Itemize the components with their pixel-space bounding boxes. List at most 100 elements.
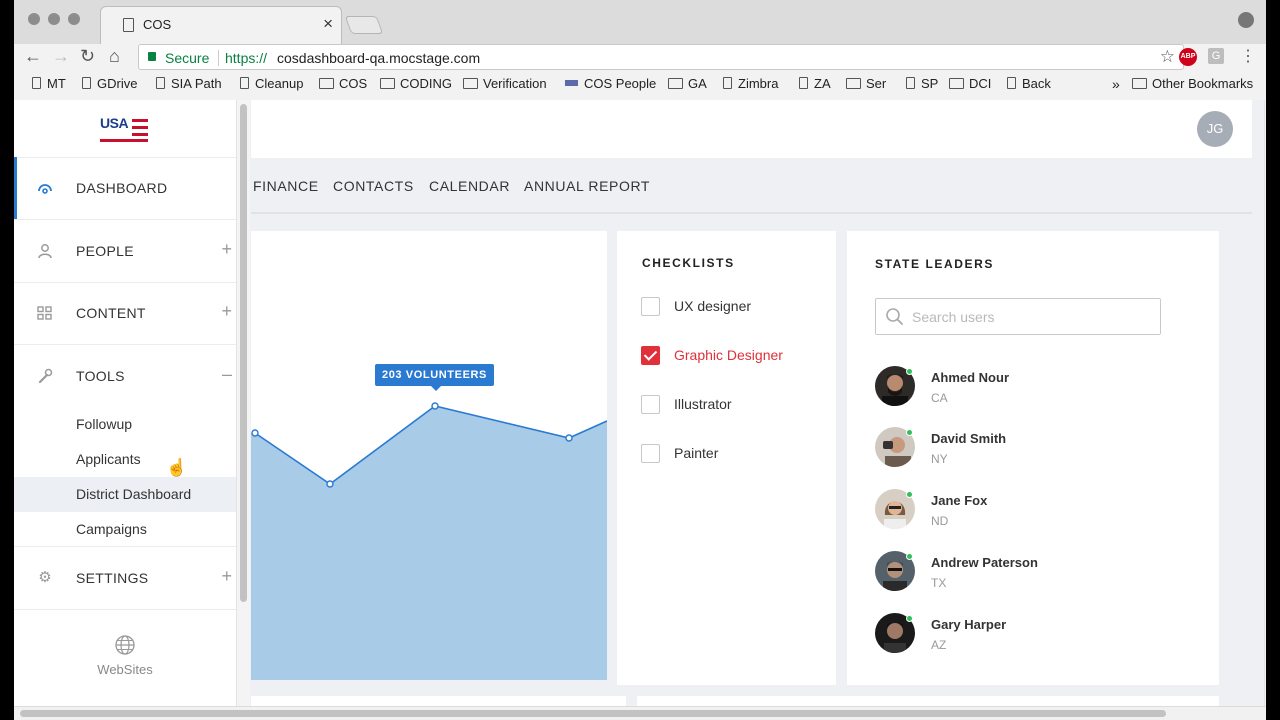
volunteers-chart-card: 203 VOLUNTEERS	[251, 231, 607, 680]
page-scrollbar[interactable]	[1264, 100, 1266, 708]
bookmark-label: MT	[47, 76, 66, 91]
checkbox-checked[interactable]	[641, 346, 660, 365]
sidebar-scrollbar-thumb[interactable]	[240, 104, 247, 602]
websites-link[interactable]: WebSites	[14, 634, 236, 677]
bookmarks-overflow-icon[interactable]: »	[1112, 76, 1120, 92]
search-users-input[interactable]	[912, 307, 1152, 327]
bookmark-star-icon[interactable]: ☆	[1160, 47, 1175, 67]
user-avatar[interactable]: JG	[1197, 111, 1233, 147]
file-icon	[1007, 77, 1016, 89]
bookmark-item[interactable]: GDrive	[82, 76, 137, 91]
zoom-window-button[interactable]	[68, 13, 80, 25]
logo-stripe	[132, 119, 148, 122]
expand-icon[interactable]: +	[221, 239, 232, 260]
file-icon	[82, 77, 91, 89]
lock-icon	[148, 52, 156, 61]
tab-finance[interactable]: FINANCE	[253, 178, 319, 194]
sidebar-item-dashboard[interactable]: DASHBOARD	[14, 157, 236, 219]
checklists-title: CHECKLISTS	[642, 256, 735, 270]
bookmark-item[interactable]: GA	[668, 76, 707, 91]
sidebar-item-settings[interactable]: ⚙ SETTINGS +	[14, 547, 236, 609]
volunteers-area-chart	[251, 402, 607, 680]
bookmark-item[interactable]: Verification	[463, 76, 547, 91]
sidebar-item-label: SETTINGS	[76, 570, 149, 586]
leader-row[interactable]: Ahmed Nour CA	[875, 366, 1175, 416]
sidebar-item-people[interactable]: PEOPLE +	[14, 220, 236, 282]
checklist-label: UX designer	[674, 298, 752, 314]
bookmark-item[interactable]: SIA Path	[156, 76, 222, 91]
sidebar-item-tools[interactable]: TOOLS –	[14, 345, 236, 407]
horizontal-scrollbar-thumb[interactable]	[20, 710, 1166, 717]
sidebar-scrollbar[interactable]	[236, 100, 250, 708]
search-icon	[886, 308, 903, 325]
close-window-button[interactable]	[28, 13, 40, 25]
leader-row[interactable]: Andrew Paterson TX	[875, 551, 1175, 601]
tab-contacts[interactable]: CONTACTS	[333, 178, 414, 194]
bookmark-item[interactable]: Ser	[846, 76, 886, 91]
sidebar-subitem-campaigns[interactable]: Campaigns	[14, 512, 236, 547]
file-icon	[723, 77, 732, 89]
logo-stripe	[132, 133, 148, 136]
file-icon	[156, 77, 165, 89]
sidebar-subitem-district-dashboard[interactable]: District Dashboard	[14, 477, 236, 512]
new-tab-button[interactable]	[344, 16, 384, 34]
sidebar-subitem-applicants[interactable]: Applicants	[14, 442, 236, 477]
sidebar-subitem-followup[interactable]: Followup	[14, 407, 236, 442]
bookmark-item[interactable]: CODING	[380, 76, 452, 91]
bookmark-item[interactable]: Cleanup	[240, 76, 303, 91]
logo-underline	[100, 139, 148, 142]
bookmark-item[interactable]: ZA	[799, 76, 831, 91]
forward-arrow-icon[interactable]: →	[52, 46, 70, 67]
leader-row[interactable]: Jane Fox ND	[875, 489, 1175, 539]
other-bookmarks-label: Other Bookmarks	[1152, 76, 1254, 91]
tab-close-icon[interactable]: ×	[323, 14, 333, 34]
leader-row[interactable]: Gary Harper AZ	[875, 613, 1175, 663]
folder-icon	[319, 78, 334, 89]
bookmark-item[interactable]: COS People	[565, 76, 656, 91]
bookmark-item[interactable]: COS	[319, 76, 367, 91]
address-bar[interactable]: Secure https:// cosdashboard-qa.mocstage…	[138, 44, 1184, 70]
sidebar-item-content[interactable]: CONTENT +	[14, 282, 236, 344]
page-icon	[123, 18, 134, 32]
checklist-item[interactable]: Graphic Designer	[641, 344, 831, 368]
g-extension-icon[interactable]: G	[1208, 48, 1224, 64]
browser-chrome: COS × ← → ↻ ⌂ Secure https:// cosdashboa…	[14, 0, 1266, 100]
state-leaders-card: STATE LEADERS Ahmed Nour	[847, 231, 1219, 685]
reload-icon[interactable]: ↻	[80, 46, 95, 67]
checklists-card: CHECKLISTS UX designer Graphic Designer …	[617, 231, 836, 685]
bookmark-item[interactable]: Back	[1007, 76, 1051, 91]
checklist-item[interactable]: Illustrator	[641, 393, 831, 417]
checkbox[interactable]	[641, 395, 660, 414]
checkbox[interactable]	[641, 444, 660, 463]
other-bookmarks[interactable]: Other Bookmarks	[1132, 76, 1253, 91]
expand-icon[interactable]: +	[221, 301, 232, 322]
horizontal-scrollbar[interactable]	[14, 706, 1266, 720]
bookmark-label: GA	[688, 76, 707, 91]
gear-icon: ⚙	[38, 569, 52, 586]
checklist-item[interactable]: UX designer	[641, 295, 831, 319]
tab-annual-report[interactable]: ANNUAL REPORT	[524, 178, 650, 194]
home-icon[interactable]: ⌂	[109, 46, 120, 67]
checklist-item[interactable]: Painter	[641, 442, 831, 466]
leader-row[interactable]: David Smith NY	[875, 427, 1175, 477]
bookmark-label: CODING	[400, 76, 452, 91]
profile-icon[interactable]	[1238, 12, 1254, 28]
bookmark-item[interactable]: SP	[906, 76, 938, 91]
browser-menu-icon[interactable]: ⋮	[1240, 46, 1256, 66]
collapse-icon[interactable]: –	[222, 364, 232, 385]
browser-tab[interactable]: COS ×	[100, 6, 342, 44]
adblock-extension-icon[interactable]: ABP	[1179, 48, 1197, 66]
url-protocol: https://	[225, 50, 268, 66]
bookmark-label: Verification	[483, 76, 547, 91]
bookmark-item[interactable]: DCI	[949, 76, 991, 91]
usa-logo[interactable]: USA	[100, 114, 148, 144]
file-icon	[32, 77, 41, 89]
minimize-window-button[interactable]	[48, 13, 60, 25]
bookmark-item[interactable]: MT	[32, 76, 66, 91]
bookmark-item[interactable]: Zimbra	[723, 76, 778, 91]
checkbox[interactable]	[641, 297, 660, 316]
expand-icon[interactable]: +	[221, 566, 232, 587]
back-arrow-icon[interactable]: ←	[24, 46, 42, 67]
search-users-field[interactable]	[875, 298, 1161, 335]
tab-calendar[interactable]: CALENDAR	[429, 178, 510, 194]
